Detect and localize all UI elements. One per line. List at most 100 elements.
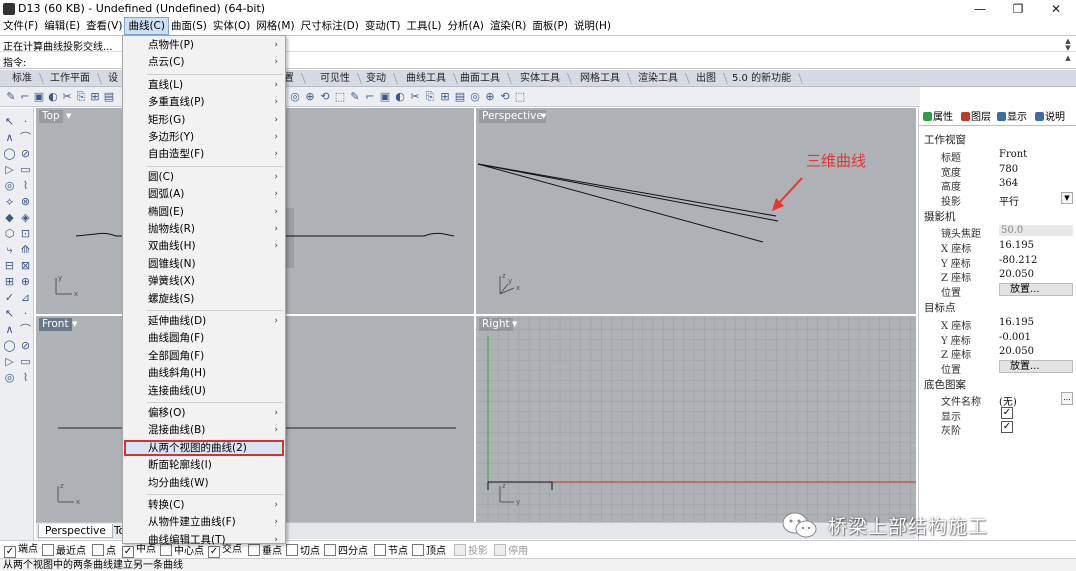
osnap-checkbox[interactable] <box>42 544 54 556</box>
prop-cam-z-value[interactable]: 20.050 <box>999 269 1034 280</box>
left-tool-icon[interactable]: ⟰ <box>18 242 33 257</box>
toolbar-tool-icon[interactable]: ⊞ <box>88 90 102 104</box>
left-tool-icon[interactable]: ⤷ <box>2 242 17 257</box>
toolbar-tab-0[interactable]: 标准 <box>4 71 40 86</box>
toolbar-tool-icon[interactable]: ◎ <box>288 90 302 104</box>
left-tool-icon[interactable]: ⊠ <box>18 258 33 273</box>
viewport-right[interactable]: zy Right ▼ <box>476 316 916 522</box>
menu-item-7[interactable]: 尺寸标注(D) <box>298 18 362 34</box>
toolbar-tab-12[interactable]: 5.0 的新功能 <box>724 71 799 86</box>
viewport-tab-perspective[interactable]: Perspective <box>38 524 113 538</box>
menu-item-9[interactable]: 工具(L) <box>403 18 444 34</box>
osnap-option[interactable]: 投影 <box>454 544 488 558</box>
menu-item-curve-from-two-views[interactable]: 从两个视图的曲线(2) <box>124 439 284 456</box>
left-tool-icon[interactable]: · <box>18 306 33 321</box>
prop-tgt-y-value[interactable]: -0.001 <box>999 332 1031 343</box>
left-tool-icon[interactable]: ⬡ <box>2 226 17 241</box>
curve-menu-item[interactable]: 均分曲线(W) <box>124 475 284 491</box>
osnap-checkbox[interactable]: ✓ <box>4 546 16 558</box>
gray-wallpaper-checkbox[interactable]: ✓ <box>1001 421 1013 433</box>
camera-place-button[interactable]: 放置... <box>999 283 1073 296</box>
toolbar-tool-icon[interactable]: ⎘ <box>74 90 88 104</box>
menu-item-1[interactable]: 编辑(E) <box>41 18 83 34</box>
osnap-option[interactable]: 最近点 <box>42 544 86 558</box>
left-tool-icon[interactable]: ⌇ <box>18 178 33 193</box>
toolbar-tool-icon[interactable]: ⌐ <box>363 90 377 104</box>
left-tool-icon[interactable]: ∧ <box>2 322 17 337</box>
menu-item-12[interactable]: 面板(P) <box>529 18 571 34</box>
left-tool-icon[interactable]: ▭ <box>18 162 33 177</box>
prop-cam-x-value[interactable]: 16.195 <box>999 240 1034 251</box>
menu-item-2[interactable]: 查看(V) <box>83 18 125 34</box>
viewport-front-dropdown-icon[interactable]: ▼ <box>72 318 80 331</box>
osnap-checkbox[interactable] <box>454 544 466 556</box>
curve-menu-item[interactable]: 椭圆(E) › <box>124 204 284 220</box>
prop-cam-y-value[interactable]: -80.212 <box>999 255 1037 266</box>
left-tool-icon[interactable]: ⊿ <box>18 290 33 305</box>
menu-item-5[interactable]: 实体(O) <box>210 18 253 34</box>
viewport-perspective-dropdown-icon[interactable]: ▼ <box>541 110 549 123</box>
left-tool-icon[interactable]: ↖ <box>2 114 17 129</box>
left-tool-icon[interactable]: ⌒ <box>18 130 33 145</box>
curve-menu-item[interactable]: 多边形(Y) › <box>124 129 284 145</box>
curve-menu-item[interactable]: 多重直线(P) › <box>124 94 284 110</box>
left-tool-icon[interactable]: ▷ <box>2 162 17 177</box>
curve-menu-item[interactable]: 曲线圆角(F) <box>124 330 284 346</box>
left-tool-icon[interactable]: ✓ <box>2 290 17 305</box>
toolbar-tab-4[interactable]: 可见性 <box>312 71 358 86</box>
osnap-checkbox[interactable] <box>374 544 386 556</box>
toolbar-tab-5[interactable]: 变动 <box>358 71 394 86</box>
prop-tgt-z-value[interactable]: 20.050 <box>999 346 1034 357</box>
left-tool-icon[interactable]: ⌇ <box>18 370 33 385</box>
restore-button[interactable]: ❐ <box>998 0 1038 18</box>
curve-menu-item[interactable]: 延伸曲线(D) › <box>124 313 284 329</box>
viewport-label-front[interactable]: Front <box>39 318 72 331</box>
left-tool-icon[interactable]: ◯ <box>2 146 17 161</box>
toolbar-tool-icon[interactable]: ⟲ <box>318 90 332 104</box>
osnap-option[interactable]: 四分点 <box>324 544 368 558</box>
left-tool-icon[interactable]: ◈ <box>18 210 33 225</box>
curve-menu-item[interactable]: 曲线斜角(H) <box>124 365 284 381</box>
curve-menu-item[interactable]: 弹簧线(X) <box>124 273 284 289</box>
command-scroll-icon[interactable]: ▲ <box>1062 54 1074 62</box>
curve-menu-item[interactable]: 混接曲线(B) › <box>124 422 284 438</box>
toolbar-tool-icon[interactable]: ⟲ <box>498 90 512 104</box>
tab-help[interactable]: 说明 <box>1033 111 1067 125</box>
tab-layers[interactable]: 图层 <box>959 111 993 125</box>
osnap-checkbox[interactable] <box>286 544 298 556</box>
menu-item-8[interactable]: 变动(T) <box>362 18 404 34</box>
toolbar-tool-icon[interactable]: ⊕ <box>303 90 317 104</box>
left-tool-icon[interactable]: ⊡ <box>18 226 33 241</box>
curve-menu-item[interactable]: 点物件(P) › <box>124 37 284 53</box>
curve-menu-item[interactable]: 圆锥线(N) <box>124 256 284 272</box>
osnap-option[interactable]: 点 <box>92 544 116 558</box>
toolbar-tool-icon[interactable]: ⌐ <box>18 90 32 104</box>
osnap-option[interactable]: ✓ 端点 <box>4 544 38 558</box>
curve-menu-item[interactable]: 点云(C) › <box>124 54 284 70</box>
menu-item-11[interactable]: 渲染(R) <box>487 18 530 34</box>
left-tool-icon[interactable]: ◆ <box>2 210 17 225</box>
toolbar-tool-icon[interactable]: ◐ <box>393 90 407 104</box>
curve-menu-item[interactable]: 全部圆角(F) <box>124 348 284 364</box>
left-tool-icon[interactable]: ⊗ <box>18 194 33 209</box>
curve-menu-item[interactable]: 双曲线(H) › <box>124 238 284 254</box>
prop-width-value[interactable]: 780 <box>999 164 1018 175</box>
toolbar-tab-10[interactable]: 渲染工具 <box>630 71 686 86</box>
curve-menu-item[interactable]: 断面轮廓线(I) <box>124 457 284 473</box>
viewport-right-dropdown-icon[interactable]: ▼ <box>512 318 520 331</box>
toolbar-tool-icon[interactable]: ▤ <box>453 90 467 104</box>
curve-menu-item[interactable]: 偏移(O) › <box>124 405 284 421</box>
toolbar-tab-8[interactable]: 实体工具 <box>512 71 568 86</box>
toolbar-tool-icon[interactable]: ⬚ <box>333 90 347 104</box>
curve-menu-item[interactable]: 螺旋线(S) <box>124 291 284 307</box>
viewport-top-dropdown-icon[interactable]: ▼ <box>66 110 74 123</box>
osnap-option[interactable]: 节点 <box>374 544 408 558</box>
toolbar-tool-icon[interactable]: ▣ <box>32 90 46 104</box>
left-tool-icon[interactable]: ⊞ <box>2 274 17 289</box>
prop-title-value[interactable]: Front <box>999 149 1027 160</box>
left-tool-icon[interactable]: ◎ <box>2 370 17 385</box>
projection-dropdown-icon[interactable]: ▼ <box>1061 192 1073 204</box>
toolbar-tab-9[interactable]: 网格工具 <box>572 71 628 86</box>
left-tool-icon[interactable]: ∧ <box>2 130 17 145</box>
curve-menu-item[interactable]: 直线(L) › <box>124 77 284 93</box>
